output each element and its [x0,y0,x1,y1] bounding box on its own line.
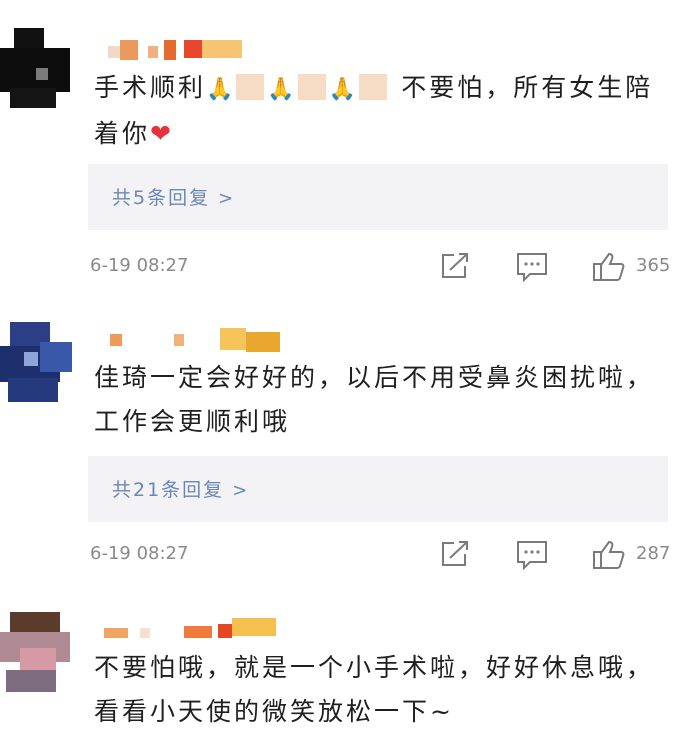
avatar[interactable] [0,322,80,402]
comment-item: 不要怕哦，就是一个小手术啦，好好休息哦，看看小天使的微笑放松一下~ [0,590,690,734]
comment-item: 手术顺利🙏 🙏 🙏 不要怕，所有女生陪着你❤ 共5条回复 > 6-19 08:27 3… [0,0,690,300]
heart-icon: ❤ [150,119,171,148]
pray-emoji-icon: 🙏 [328,77,357,102]
comment-meta: 6-19 08:27 287 [90,540,690,570]
mosaic-block [359,74,388,100]
thumbs-up-icon[interactable] [592,540,626,570]
share-icon[interactable] [440,540,470,568]
comment-item: 佳琦一定会好好的，以后不用受鼻炎困扰啦，工作会更顺利哦 共21条回复 > 6-19… [0,300,690,590]
username-mosaic[interactable] [104,328,304,352]
username-mosaic[interactable] [104,618,304,640]
text-segment: 手术顺利 [94,73,207,102]
pray-emoji-icon: 🙏 [267,77,295,102]
comment-icon[interactable] [516,540,548,570]
avatar[interactable] [0,612,80,692]
view-replies-link[interactable]: 共5条回复 > [112,183,235,210]
like-count: 365 [636,255,671,276]
comment-text: 手术顺利🙏 🙏 🙏 不要怕，所有女生陪着你❤ [94,66,674,156]
view-replies-link[interactable]: 共21条回复 > [112,475,249,502]
comment-text: 佳琦一定会好好的，以后不用受鼻炎困扰啦，工作会更顺利哦 [94,363,655,436]
comment-icon[interactable] [516,252,548,282]
mosaic-block [297,74,326,100]
chevron-right-icon: > [218,188,236,209]
like-count: 287 [636,543,671,564]
pray-emoji-icon: 🙏 [206,77,234,102]
reply-box[interactable]: 共21条回复 > [88,456,668,522]
comment-text: 不要怕哦，就是一个小手术啦，好好休息哦，看看小天使的微笑放松一下~ [94,653,655,726]
timestamp: 6-19 08:27 [90,543,189,564]
timestamp: 6-19 08:27 [90,255,189,276]
username-mosaic[interactable] [104,40,304,62]
reply-box[interactable]: 共5条回复 > [88,164,668,230]
share-icon[interactable] [440,252,470,280]
comment-meta: 6-19 08:27 365 [90,252,690,282]
thumbs-up-icon[interactable] [592,252,626,282]
chevron-right-icon: > [232,480,250,501]
avatar[interactable] [0,28,80,108]
mosaic-block [236,74,265,100]
